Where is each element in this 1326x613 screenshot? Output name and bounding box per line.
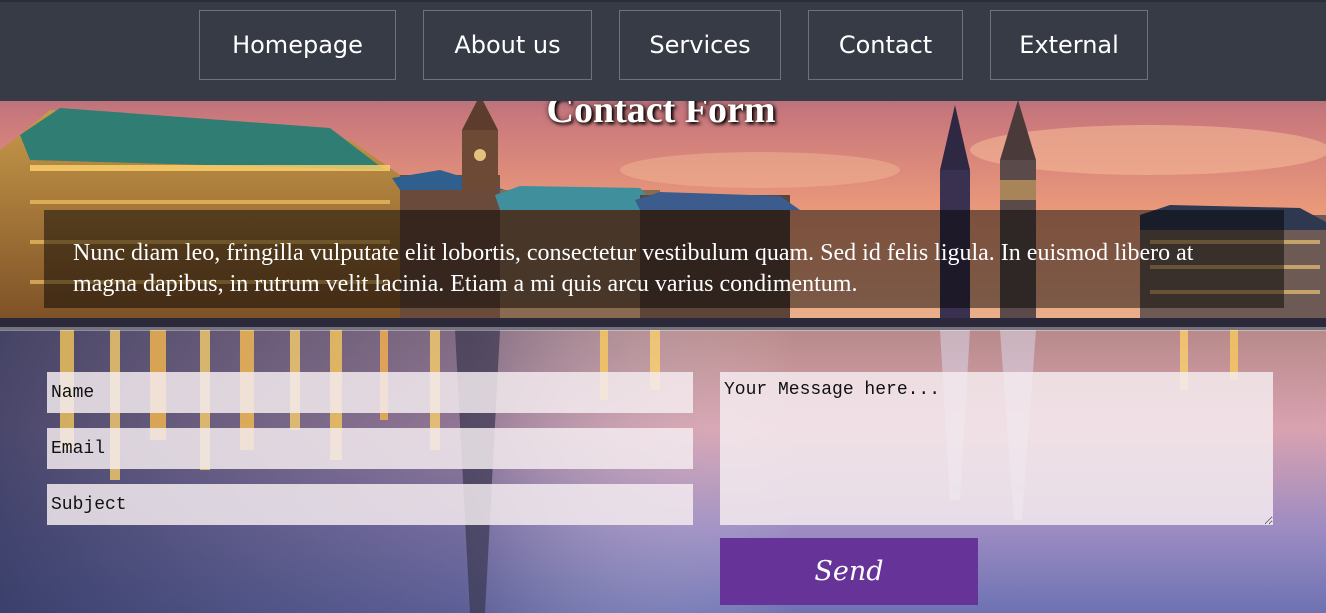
nav-item-external[interactable]: External	[990, 10, 1148, 80]
intro-paragraph: Nunc diam leo, fringilla vulputate elit …	[73, 240, 1194, 297]
send-button[interactable]: Send	[720, 538, 978, 605]
top-navbar: Homepage About us Services Contact Exter…	[0, 0, 1326, 101]
email-input[interactable]	[47, 428, 693, 469]
subject-input[interactable]	[47, 484, 693, 525]
nav-item-homepage[interactable]: Homepage	[199, 10, 396, 80]
name-input[interactable]	[47, 372, 693, 413]
nav-item-services[interactable]: Services	[619, 10, 781, 80]
nav-item-contact[interactable]: Contact	[808, 10, 963, 80]
message-textarea[interactable]	[720, 372, 1273, 525]
intro-band: Nunc diam leo, fringilla vulputate elit …	[44, 210, 1284, 308]
nav-item-about-us[interactable]: About us	[423, 10, 592, 80]
